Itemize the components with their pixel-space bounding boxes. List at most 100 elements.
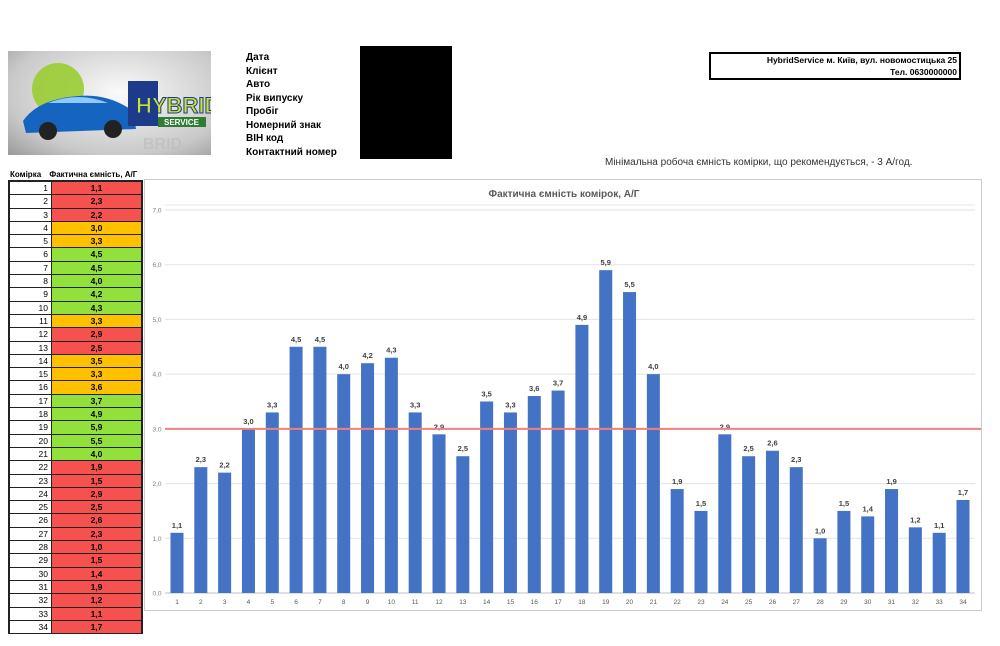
- data-label: 4,0: [339, 362, 349, 371]
- table-row: 26 2,6: [10, 514, 141, 528]
- data-label: 1,5: [696, 499, 706, 508]
- x-tick-label: 10: [388, 599, 396, 606]
- y-tick-label: 2,0: [152, 481, 161, 488]
- chart-title: Фактична ємність комірок, А/Г: [489, 189, 640, 200]
- x-tick-label: 1: [175, 599, 179, 606]
- cell-capacity: 3,3: [52, 314, 141, 328]
- table-row: 5 3,3: [10, 235, 141, 249]
- cell-number: 15: [10, 368, 52, 381]
- cell-number: 8: [10, 275, 52, 288]
- y-tick-label: 1,0: [152, 536, 161, 543]
- data-label: 1,4: [863, 504, 874, 513]
- cell-number: 10: [10, 301, 52, 314]
- bar: [908, 527, 922, 593]
- capacity-chart: Фактична ємність комірок, А/Г 0,0 1,0 2,0 3,…: [144, 179, 982, 611]
- cell-capacity: 2,5: [52, 341, 141, 354]
- bar: [527, 396, 541, 593]
- table-row: 19 5,9: [10, 421, 141, 435]
- table-row: 17 3,7: [10, 394, 141, 409]
- cell-capacity: 3,0: [52, 221, 141, 235]
- info-label: Авто: [246, 79, 271, 90]
- cell-capacity: 1,9: [52, 461, 141, 474]
- data-label: 3,3: [505, 400, 515, 409]
- bar: [408, 412, 422, 593]
- x-tick-label: 6: [294, 599, 298, 606]
- data-label: 3,6: [529, 384, 539, 393]
- x-tick-label: 28: [816, 599, 824, 606]
- table-row: 3 2,2: [10, 208, 141, 222]
- cell-number: 30: [10, 567, 52, 580]
- cell-number: 12: [10, 328, 52, 341]
- x-tick-label: 32: [912, 599, 920, 606]
- bar: [503, 412, 517, 593]
- bar: [361, 363, 375, 593]
- hybrid-service-logo: HYBRID SERVICE BRID: [8, 51, 211, 155]
- cell-capacity: 1,0: [52, 541, 141, 554]
- data-label: 4,5: [291, 335, 301, 344]
- table-row: 7 4,5: [10, 261, 141, 276]
- cell-number: 29: [10, 554, 52, 567]
- cell-number: 25: [10, 501, 52, 514]
- cell-number: 7: [10, 261, 52, 275]
- cell-number: 3: [10, 208, 52, 221]
- cell-number: 13: [10, 341, 52, 354]
- cell-capacity: 5,9: [52, 421, 141, 434]
- cell-capacity: 5,5: [52, 434, 141, 447]
- data-label: 2,6: [767, 439, 777, 448]
- x-tick-label: 23: [697, 599, 705, 606]
- capacity-table: 1 1,1 2 2,3 3 2,2 4 3,0 5 3,3 6 4,5 7 4,5 8 4,0 9 4,2 10 4,…: [8, 180, 143, 635]
- y-tick-label: 7,0: [152, 208, 161, 215]
- bar: [194, 467, 208, 593]
- svg-text:BRID: BRID: [143, 136, 182, 153]
- bar: [218, 472, 232, 593]
- cell-capacity: 2,9: [52, 487, 141, 501]
- bar: [599, 270, 613, 593]
- bar: [432, 434, 446, 593]
- x-tick-label: 34: [959, 599, 967, 606]
- data-label: 4,9: [577, 313, 587, 322]
- data-label: 1,9: [886, 477, 896, 486]
- bar: [885, 489, 899, 593]
- cell-capacity: 4,5: [52, 261, 141, 275]
- bar: [313, 346, 327, 593]
- bar: [551, 390, 565, 593]
- cell-capacity: 2,3: [52, 195, 141, 208]
- cell-number: 14: [10, 354, 52, 368]
- x-tick-label: 30: [864, 599, 872, 606]
- table-row: 23 1,5: [10, 474, 141, 488]
- cell-capacity: 2,6: [52, 514, 141, 527]
- cell-number: 24: [10, 487, 52, 501]
- cell-number: 32: [10, 594, 52, 607]
- table-row: 10 4,3: [10, 301, 141, 315]
- cell-capacity: 2,9: [52, 328, 141, 341]
- cell-number: 21: [10, 447, 52, 461]
- table-row: 13 2,5: [10, 341, 141, 355]
- bar: [861, 516, 875, 593]
- cell-number: 31: [10, 580, 52, 594]
- cell-number: 17: [10, 394, 52, 408]
- data-label: 1,1: [934, 521, 944, 530]
- bar: [265, 412, 279, 593]
- table-row: 29 1,5: [10, 554, 141, 568]
- data-label: 2,3: [196, 455, 206, 464]
- x-tick-label: 12: [435, 599, 443, 606]
- cell-number: 27: [10, 527, 52, 541]
- info-label: Дата: [246, 52, 270, 63]
- cell-capacity: 2,2: [52, 208, 141, 221]
- table-row: 16 3,6: [10, 381, 141, 395]
- bar: [170, 532, 184, 593]
- x-tick-label: 5: [270, 599, 274, 606]
- x-tick-label: 11: [412, 599, 419, 606]
- bar: [480, 401, 494, 593]
- data-label: 1,7: [958, 488, 968, 497]
- x-tick-label: 14: [483, 599, 491, 606]
- bar: [932, 532, 946, 593]
- table-row: 21 4,0: [10, 447, 141, 462]
- table-row: 11 3,3: [10, 314, 141, 329]
- table-header: Комірка Фактична ємність, А/Г: [10, 170, 137, 179]
- x-tick-label: 17: [554, 599, 562, 606]
- data-label: 2,5: [743, 444, 753, 453]
- y-tick-label: 4,0: [152, 372, 161, 379]
- x-tick-label: 2: [199, 599, 203, 606]
- x-tick-label: 26: [769, 599, 777, 606]
